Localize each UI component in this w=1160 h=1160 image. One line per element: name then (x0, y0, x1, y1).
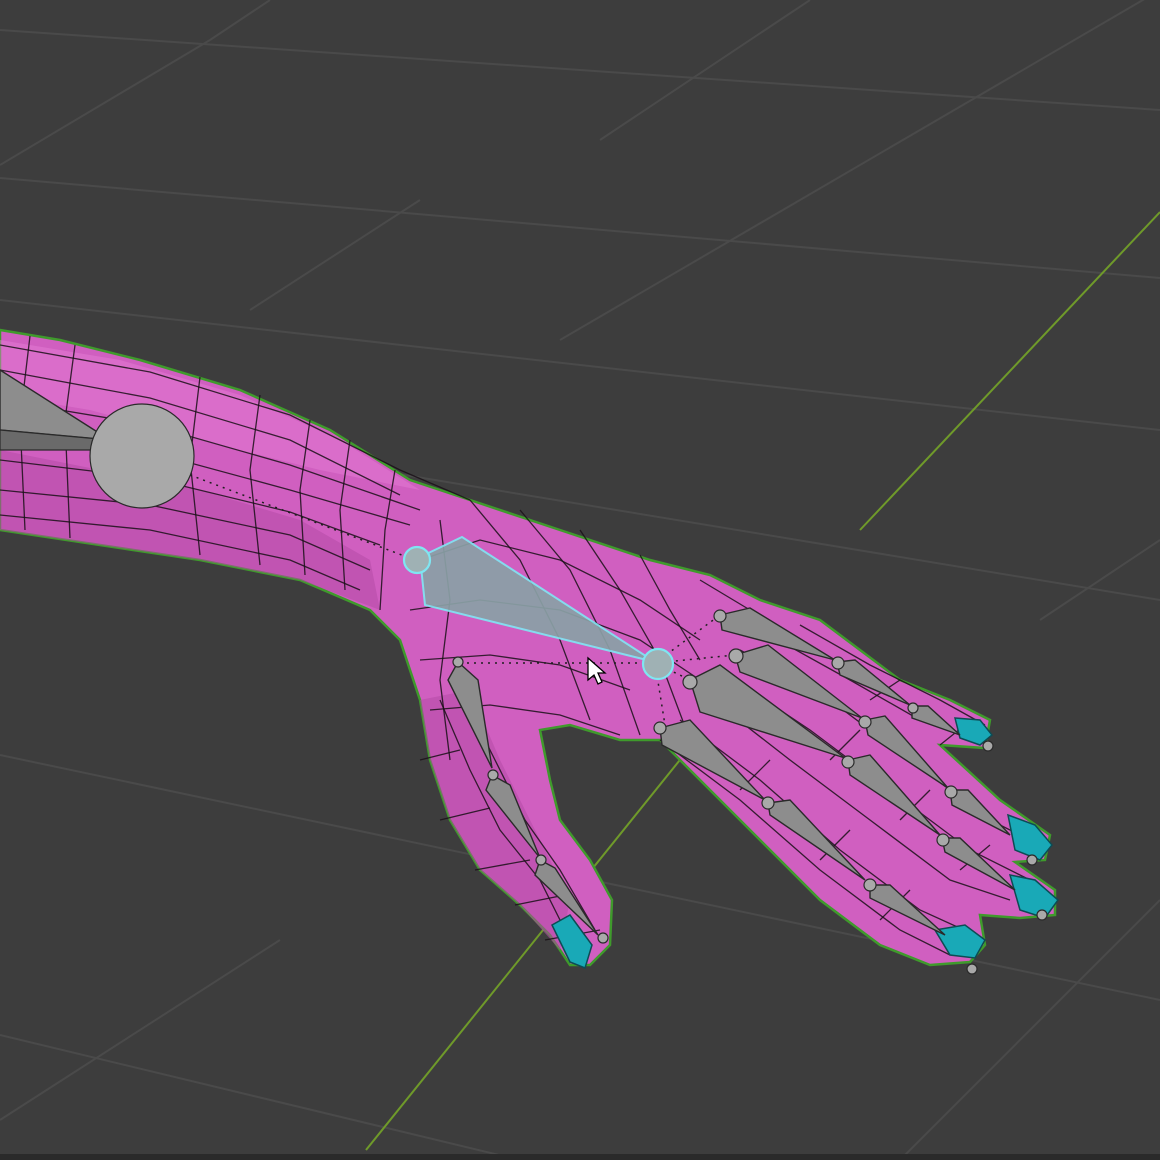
hand-bone-tail[interactable] (641, 647, 675, 681)
hand-bone-head[interactable] (402, 545, 432, 575)
viewport-canvas[interactable] (0, 0, 1160, 1160)
wrist-joint-sphere[interactable] (89, 403, 195, 509)
3d-viewport[interactable] (0, 0, 1160, 1160)
viewport-bottom-edge (0, 1154, 1160, 1160)
